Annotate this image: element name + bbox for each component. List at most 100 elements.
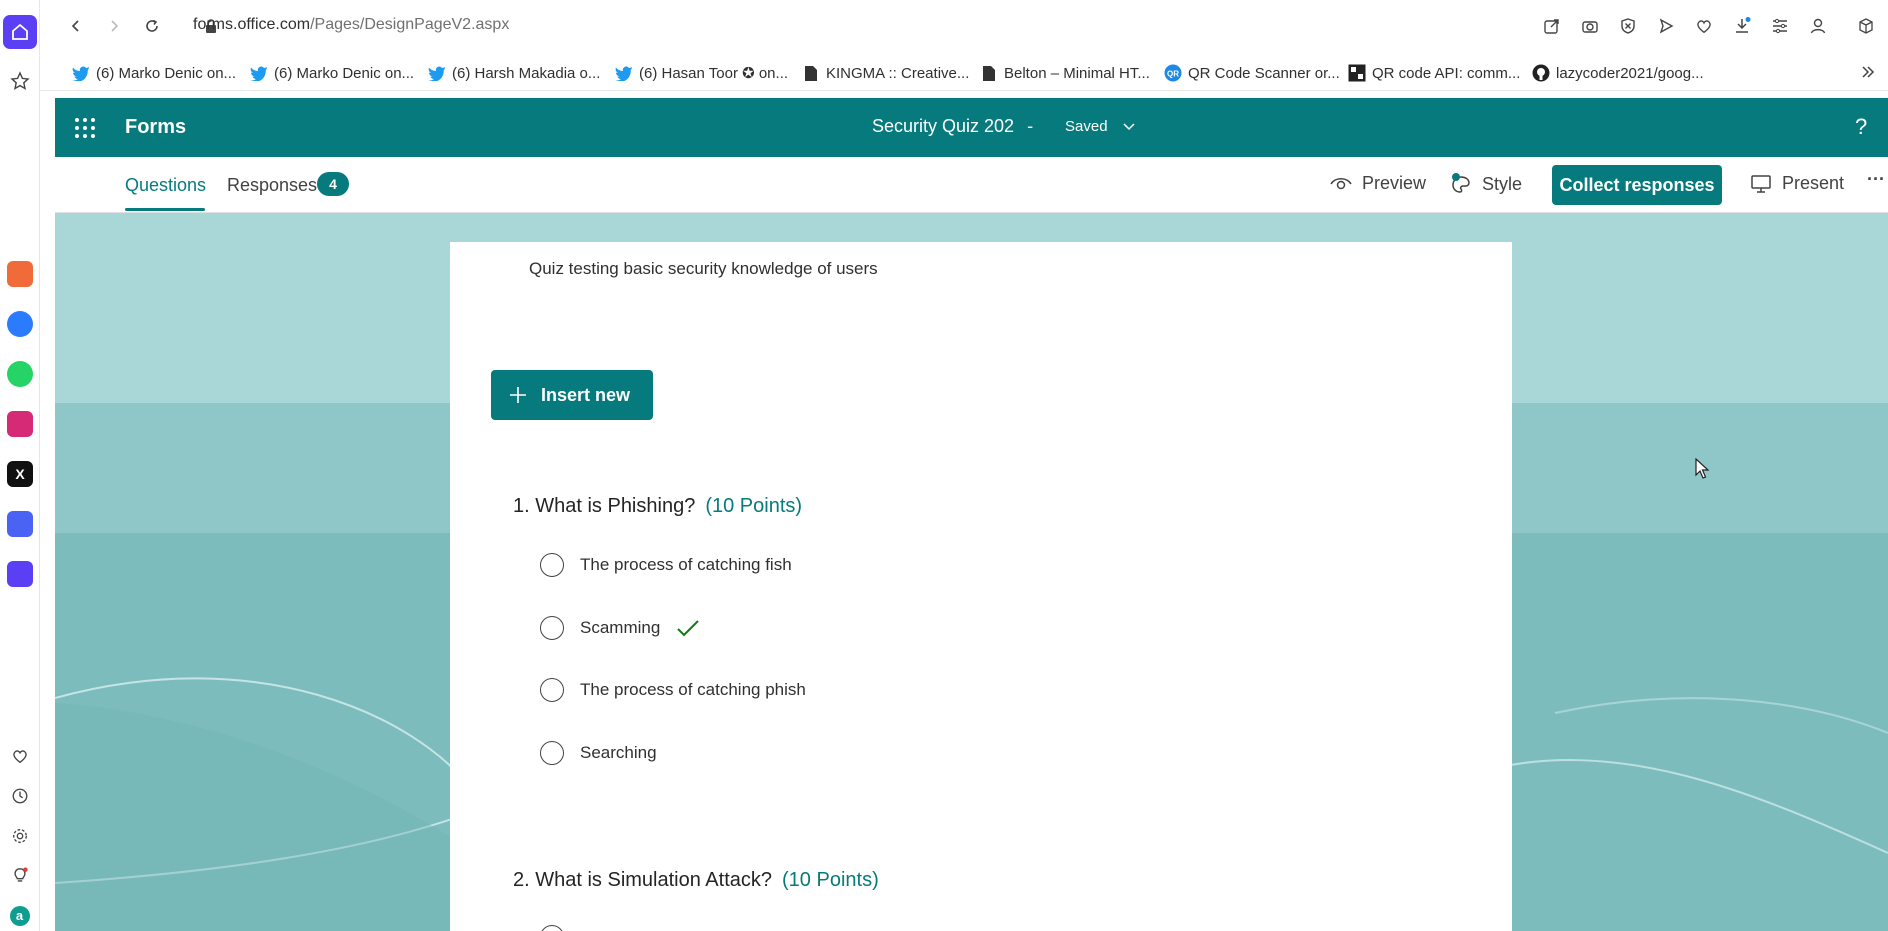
settings-icon[interactable] xyxy=(4,820,35,851)
form-description[interactable]: Quiz testing basic security knowledge of… xyxy=(529,259,878,279)
option-label: The process of catching fish xyxy=(580,555,792,574)
answer-option[interactable]: Searching xyxy=(540,739,657,767)
favorites-heart-icon[interactable] xyxy=(1692,14,1716,38)
forms-header: Forms Security Quiz 202 - Saved ? xyxy=(55,98,1888,157)
twitter-icon xyxy=(615,64,633,82)
bookmark-label: KINGMA :: Creative... xyxy=(826,64,970,82)
bookmark-item[interactable]: (6) Marko Denic on... xyxy=(250,63,414,83)
bookmark-label: (6) Harsh Makadia o... xyxy=(452,64,601,82)
form-title[interactable]: Security Quiz 202 - xyxy=(872,116,1041,137)
extension-cube-icon[interactable] xyxy=(1854,14,1878,38)
more-options-button[interactable]: ··· xyxy=(1867,169,1885,190)
radio-button[interactable] xyxy=(540,925,564,931)
bookmark-item[interactable]: (6) Marko Denic on... xyxy=(72,63,236,83)
address-bar[interactable]: forms.office.com/Pages/DesignPageV2.aspx xyxy=(193,16,509,34)
eye-icon xyxy=(1330,177,1352,189)
style-label: Style xyxy=(1482,173,1523,194)
messenger-icon[interactable] xyxy=(7,311,33,337)
more-bookmarks-icon[interactable] xyxy=(1860,64,1876,85)
answer-option[interactable]: Scamming xyxy=(540,614,700,642)
home-icon[interactable] xyxy=(3,15,37,49)
responses-count-badge: 4 xyxy=(317,172,349,196)
back-icon[interactable] xyxy=(64,14,88,38)
form-title-text: Security Quiz 202 xyxy=(872,116,1015,136)
bookmark-item[interactable]: Belton – Minimal HT... xyxy=(980,63,1150,83)
aria-app-icon[interactable] xyxy=(7,261,33,287)
bookmark-label: (6) Hasan Toor ✪ on... xyxy=(639,65,789,82)
bookmark-item[interactable]: QR code API: comm... xyxy=(1348,63,1520,83)
palette-icon xyxy=(1452,173,1470,193)
tab-questions[interactable]: Questions xyxy=(125,175,206,196)
bookmark-item[interactable]: KINGMA :: Creative... xyxy=(802,63,969,83)
option-label: Searching xyxy=(580,743,657,762)
reload-icon[interactable] xyxy=(140,14,164,38)
instagram-icon[interactable] xyxy=(7,411,33,437)
camera-icon[interactable] xyxy=(1578,14,1602,38)
bookmark-label: (6) Marko Denic on... xyxy=(274,64,415,82)
save-status[interactable]: Saved xyxy=(1065,118,1136,135)
option-label: Scamming xyxy=(580,618,661,637)
download-icon[interactable] xyxy=(1730,14,1754,38)
bookmark-item[interactable]: (6) Hasan Toor ✪ on... xyxy=(615,63,788,83)
menu-lines-icon[interactable] xyxy=(1768,14,1792,38)
url-domain: forms.office.com xyxy=(193,16,311,33)
answer-option[interactable]: The process of catching fish xyxy=(540,551,792,579)
tab-responses[interactable]: Responses xyxy=(227,175,317,196)
qr-scanner-icon: QR xyxy=(1164,64,1182,82)
mouse-cursor-icon xyxy=(1695,457,1710,485)
forward-icon[interactable] xyxy=(102,14,126,38)
music-app-icon[interactable] xyxy=(7,511,33,537)
bookmark-item[interactable]: lazycoder2021/goog... xyxy=(1532,63,1704,83)
play-icon[interactable] xyxy=(1654,14,1678,38)
monitor-icon xyxy=(1751,174,1771,193)
present-label: Present xyxy=(1782,173,1845,193)
adblock-icon[interactable] xyxy=(1616,14,1640,38)
aria-bottom-icon[interactable]: a xyxy=(4,900,35,931)
insert-new-button[interactable]: Insert new xyxy=(491,370,653,420)
question-points: (10 Points) xyxy=(705,495,803,517)
send-app-icon[interactable] xyxy=(7,561,33,587)
x-twitter-icon[interactable]: X xyxy=(7,461,33,487)
option-label: The process of catching phish xyxy=(580,680,806,699)
bookmark-label: QR code API: comm... xyxy=(1372,64,1521,82)
question-title[interactable]: 1. What is Phishing? (10 Points) xyxy=(513,495,802,518)
url-path: /Pages/DesignPageV2.aspx xyxy=(310,16,510,33)
answer-option[interactable]: The process of catching phish xyxy=(540,676,806,704)
bookmark-item[interactable]: (6) Harsh Makadia o... xyxy=(428,63,600,83)
preview-label: Preview xyxy=(1362,173,1427,193)
browser-sidebar: X a xyxy=(0,0,40,931)
lightbulb-icon[interactable] xyxy=(4,860,35,891)
document-icon xyxy=(802,64,820,82)
share-icon[interactable] xyxy=(1540,14,1564,38)
insert-new-label: Insert new xyxy=(541,384,631,405)
style-button[interactable]: Style xyxy=(1450,173,1522,195)
active-tab-indicator xyxy=(125,208,205,211)
radio-button[interactable] xyxy=(540,553,564,577)
save-status-text: Saved xyxy=(1065,118,1108,135)
bookmarks-bar: (6) Marko Denic on... (6) Marko Denic on… xyxy=(40,55,1888,91)
profile-icon[interactable] xyxy=(1806,14,1830,38)
whatsapp-icon[interactable] xyxy=(7,361,33,387)
heart-icon[interactable] xyxy=(4,740,35,771)
collect-responses-button[interactable]: Collect responses xyxy=(1552,165,1722,205)
correct-checkmark-icon xyxy=(677,620,700,637)
answer-option[interactable] xyxy=(540,925,564,931)
title-separator: - xyxy=(1027,116,1034,136)
question-title[interactable]: 2. What is Simulation Attack? (10 Points) xyxy=(513,869,879,892)
preview-button[interactable]: Preview xyxy=(1330,173,1426,194)
app-name[interactable]: Forms xyxy=(125,116,186,139)
plus-icon xyxy=(510,387,526,403)
qr-code-icon xyxy=(1348,64,1366,82)
bookmark-item[interactable]: QR QR Code Scanner or... xyxy=(1164,63,1340,83)
present-button[interactable]: Present xyxy=(1750,173,1844,194)
history-icon[interactable] xyxy=(4,780,35,811)
app-launcher-icon[interactable] xyxy=(75,118,95,138)
bookmark-label: QR Code Scanner or... xyxy=(1188,64,1340,82)
star-icon[interactable] xyxy=(4,65,35,96)
question-text: 1. What is Phishing? xyxy=(513,495,696,517)
radio-button[interactable] xyxy=(540,741,564,765)
radio-button[interactable] xyxy=(540,616,564,640)
help-button[interactable]: ? xyxy=(1855,114,1867,140)
radio-button[interactable] xyxy=(540,678,564,702)
question-points: (10 Points) xyxy=(782,869,879,891)
